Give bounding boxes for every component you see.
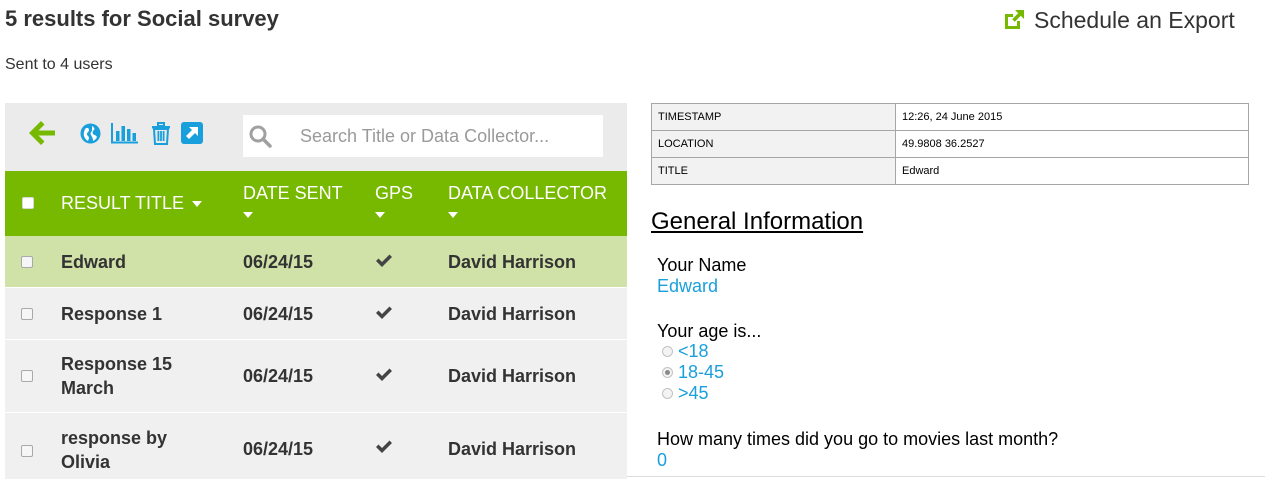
search-box — [243, 115, 603, 157]
check-icon — [375, 439, 393, 455]
row-checkbox[interactable] — [21, 445, 33, 457]
row-collector: David Harrison — [448, 366, 577, 386]
table-row[interactable]: Edward 06/24/15 David Harrison — [5, 236, 627, 288]
radio-button — [662, 346, 673, 357]
question-label: Your age is... — [657, 321, 762, 341]
answer-value: Edward — [657, 276, 719, 296]
radio-button — [662, 388, 673, 399]
radio-option-label: >45 — [678, 383, 709, 403]
row-title: Response 1 — [61, 304, 163, 324]
column-header-data-collector[interactable]: DATA COLLECTOR — [448, 183, 607, 225]
row-collector: David Harrison — [448, 252, 577, 272]
row-title: Response 15 March — [61, 354, 173, 398]
divider — [627, 476, 1265, 477]
chevron-down-icon — [448, 212, 458, 219]
table-row[interactable]: Response 15 March 06/24/15 David Harriso… — [5, 340, 627, 413]
row-collector: David Harrison — [448, 439, 577, 459]
row-title: Edward — [61, 252, 127, 272]
select-all-checkbox[interactable] — [22, 197, 34, 209]
back-arrow-icon[interactable] — [27, 118, 57, 148]
page-title: 5 results for Social survey — [5, 6, 279, 31]
check-icon — [375, 305, 393, 321]
column-header-date-sent[interactable]: DATE SENT — [243, 183, 343, 225]
row-date: 06/24/15 — [243, 304, 314, 324]
table-row[interactable]: response by Olivia 06/24/15 David Harris… — [5, 413, 627, 479]
metadata-key: TITLE — [651, 157, 896, 185]
export-icon — [1002, 8, 1026, 32]
search-input[interactable] — [300, 125, 590, 147]
row-collector: David Harrison — [448, 304, 577, 324]
chevron-down-icon — [192, 201, 203, 208]
radio-button — [662, 367, 673, 378]
search-icon — [248, 124, 272, 148]
radio-option-label: <18 — [678, 341, 709, 361]
metadata-key: TIMESTAMP — [651, 103, 896, 131]
radio-option: <18 — [662, 341, 709, 362]
row-checkbox[interactable] — [21, 256, 33, 268]
sent-to-users: Sent to 4 users — [5, 56, 113, 73]
row-checkbox[interactable] — [21, 370, 33, 382]
metadata-row: TITLE Edward — [651, 157, 1249, 185]
table-row[interactable]: Response 1 06/24/15 David Harrison — [5, 288, 627, 340]
results-panel: RESULT TITLE DATE SENT GPS DATA COLLECTO… — [5, 103, 627, 479]
metadata-value: Edward — [895, 157, 1249, 185]
external-link-icon[interactable] — [180, 122, 204, 144]
metadata-row: LOCATION 49.9808 36.2527 — [651, 130, 1249, 158]
metadata-row: TIMESTAMP 12:26, 24 June 2015 — [651, 103, 1249, 131]
metadata-value: 49.9808 36.2527 — [895, 130, 1249, 158]
metadata-value: 12:26, 24 June 2015 — [895, 103, 1249, 131]
table-header: RESULT TITLE DATE SENT GPS DATA COLLECTO… — [5, 171, 627, 239]
row-title: response by Olivia — [61, 428, 168, 472]
result-metadata-table: TIMESTAMP 12:26, 24 June 2015 LOCATION 4… — [651, 103, 1249, 185]
trash-icon[interactable] — [150, 121, 172, 145]
check-icon — [375, 367, 393, 383]
check-icon — [375, 253, 393, 269]
metadata-key: LOCATION — [651, 130, 896, 158]
chevron-down-icon — [243, 212, 253, 219]
row-date: 06/24/15 — [243, 439, 314, 459]
results-toolbar — [5, 103, 627, 171]
radio-option-label: 18-45 — [678, 362, 725, 382]
answer-value: 0 — [657, 450, 668, 470]
question-label: Your Name — [657, 255, 747, 275]
question-label: How many times did you go to movies last… — [657, 429, 1059, 449]
row-checkbox[interactable] — [21, 308, 33, 320]
row-date: 06/24/15 — [243, 252, 314, 272]
globe-icon[interactable] — [79, 122, 101, 144]
radio-option: >45 — [662, 383, 709, 404]
column-header-gps[interactable]: GPS — [375, 183, 413, 225]
export-label: Schedule an Export — [1034, 6, 1235, 33]
section-title: General Information — [651, 208, 864, 235]
schedule-export-button[interactable]: Schedule an Export — [1002, 6, 1235, 34]
row-date: 06/24/15 — [243, 366, 314, 386]
radio-option: 18-45 — [662, 362, 724, 383]
chevron-down-icon — [375, 212, 385, 219]
bar-chart-icon[interactable] — [110, 121, 140, 145]
column-header-result-title[interactable]: RESULT TITLE — [61, 193, 203, 214]
